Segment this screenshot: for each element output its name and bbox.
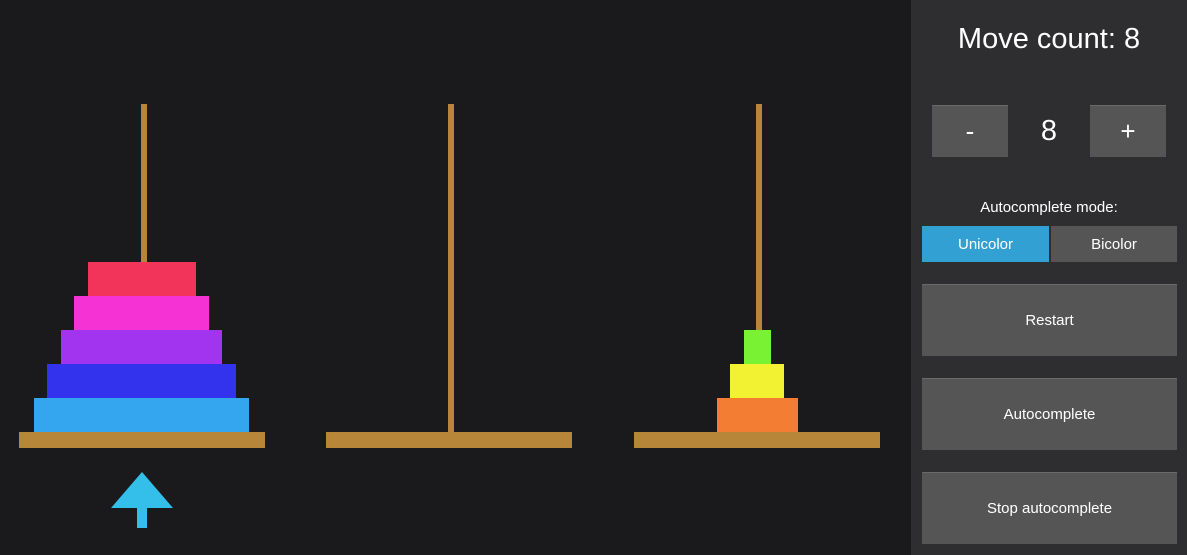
up-arrow-icon [111, 472, 173, 528]
control-panel: Move count: 8 - 8 + Autocomplete mode: U… [911, 0, 1187, 555]
tower-1-disk-2 [47, 364, 236, 398]
tower-1-disk-3 [61, 330, 222, 364]
tower-3-disk-2 [730, 364, 784, 398]
tower-3-disk-1 [717, 398, 798, 432]
tower-3-disk-3[interactable] [744, 330, 771, 364]
tower-1-disk-1[interactable] [34, 398, 249, 432]
unicolor-mode-button[interactable]: Unicolor [922, 226, 1049, 262]
tower-2-base [326, 432, 572, 448]
increase-disks-button[interactable]: + [1090, 105, 1166, 157]
game-board [0, 0, 911, 555]
disk-count-value: 8 [1040, 115, 1058, 147]
bicolor-mode-button[interactable]: Bicolor [1051, 226, 1177, 262]
move-count-label: Move count: 8 [957, 23, 1141, 55]
tower-1-disk-4 [74, 296, 209, 330]
restart-button[interactable]: Restart [922, 284, 1177, 356]
decrease-disks-button[interactable]: - [932, 105, 1008, 157]
tower-3-base [634, 432, 880, 448]
stop-autocomplete-button[interactable]: Stop autocomplete [922, 472, 1177, 544]
autocomplete-button[interactable]: Autocomplete [922, 378, 1177, 450]
autocomplete-mode-label: Autocomplete mode: [980, 199, 1118, 216]
tower-1-base [19, 432, 265, 448]
tower-1-disk-5[interactable] [88, 262, 196, 296]
tower-2-rod [448, 104, 454, 432]
